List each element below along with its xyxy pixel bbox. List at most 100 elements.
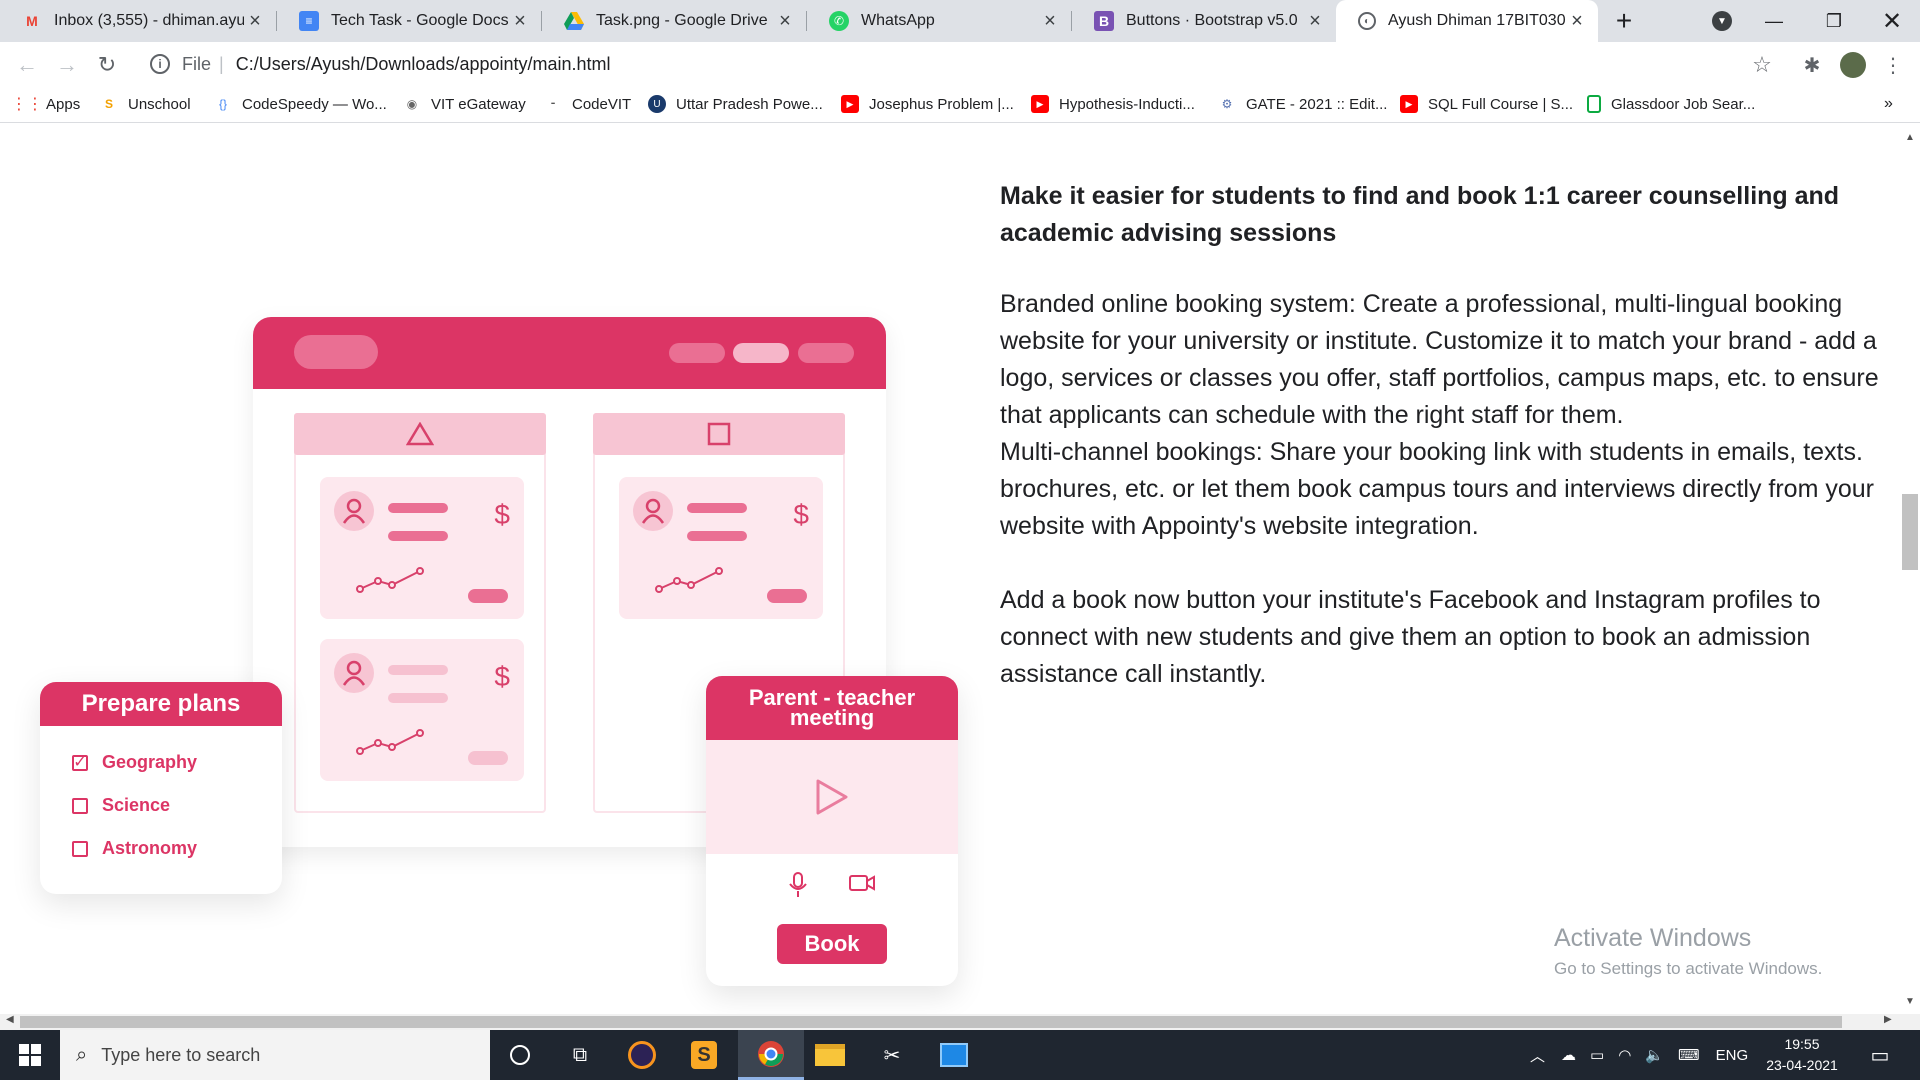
task-view-icon[interactable]: ⧉: [550, 1030, 610, 1080]
url-text[interactable]: C:/Users/Ayush/Downloads/appointy/main.h…: [236, 54, 611, 75]
mockup-nav-pill: [669, 343, 725, 363]
tab-google-drive[interactable]: Task.png - Google Drive ×: [542, 0, 806, 42]
notification-center-icon[interactable]: ▭: [1852, 1030, 1908, 1080]
maximize-button[interactable]: ❐: [1806, 0, 1862, 42]
taskbar-search-box[interactable]: ⌕ Type here to search: [60, 1030, 490, 1080]
close-tab-icon[interactable]: ×: [774, 10, 796, 33]
unschool-icon: S: [104, 97, 113, 111]
file-explorer-icon[interactable]: [800, 1030, 860, 1080]
menu-kebab-icon[interactable]: ⋮: [1878, 50, 1908, 80]
trend-icon: [655, 567, 723, 593]
scroll-down-arrow-icon[interactable]: ▼: [1900, 996, 1920, 1007]
book-button[interactable]: Book: [777, 924, 887, 964]
snipping-tool-icon[interactable]: ✂: [862, 1030, 922, 1080]
dollar-icon: $: [494, 661, 510, 692]
profile-avatar[interactable]: [1838, 50, 1868, 80]
bookmark-label: CodeVIT: [572, 95, 632, 113]
checkbox-icon: [72, 840, 88, 857]
mockup-line: [388, 503, 448, 513]
mockup-header: [253, 317, 886, 389]
chevron-up-icon[interactable]: ︿: [1530, 1045, 1545, 1066]
wifi-icon[interactable]: ◠: [1618, 1046, 1631, 1064]
tab-gmail[interactable]: M Inbox (3,555) - dhiman.ayush ×: [0, 0, 276, 42]
bookmark-uppcl[interactable]: U Uttar Pradesh Powe...: [648, 95, 823, 113]
close-tab-icon[interactable]: ×: [1566, 10, 1588, 33]
back-button[interactable]: ←: [12, 50, 42, 80]
bookmark-codevit[interactable]: ⁃ CodeVIT: [544, 95, 631, 113]
bookmark-josephus[interactable]: ▶ Josephus Problem |...: [841, 95, 1014, 113]
taskbar-clock[interactable]: 19:55 23-04-2021: [1762, 1034, 1842, 1076]
eclipse-app-icon[interactable]: [612, 1030, 672, 1080]
bookmark-unschool[interactable]: S Unschool: [100, 95, 191, 113]
horizontal-scrollbar[interactable]: ◀ ▶: [0, 1014, 1920, 1030]
page-viewport: $ $ $ Prepare plans ✓ Geography Science …: [0, 124, 1900, 1014]
tab-strip: M Inbox (3,555) - dhiman.ayush × ≡ Tech …: [0, 0, 1920, 42]
forward-button[interactable]: →: [52, 50, 82, 80]
bookmark-label: GATE - 2021 :: Edit...: [1246, 95, 1388, 113]
clock-date: 23-04-2021: [1766, 1057, 1838, 1073]
toolbar: ← → ↻ i File | C:/Users/Ayush/Downloads/…: [0, 42, 1920, 87]
bookmark-vit-egateway[interactable]: ◉ VIT eGateway: [403, 95, 526, 113]
volume-icon[interactable]: 🔈: [1645, 1046, 1664, 1064]
more-bookmarks-icon[interactable]: »: [1884, 95, 1893, 113]
close-tab-icon[interactable]: ×: [1039, 10, 1061, 33]
mockup-button: [468, 751, 508, 765]
bootstrap-icon: B: [1094, 11, 1114, 31]
tab-active-page[interactable]: ◐ Ayush Dhiman 17BIT0306 ×: [1336, 0, 1598, 42]
new-tab-button[interactable]: +: [1596, 0, 1652, 42]
photos-app-icon[interactable]: [924, 1030, 984, 1080]
tab-search-button[interactable]: ▼: [1694, 0, 1750, 42]
vertical-scroll-thumb[interactable]: [1902, 494, 1918, 570]
onedrive-icon[interactable]: ☁: [1561, 1046, 1576, 1064]
close-tab-icon[interactable]: ×: [244, 10, 266, 33]
mockup-nav-pill: [798, 343, 854, 363]
scroll-up-arrow-icon[interactable]: ▲: [1900, 132, 1920, 143]
sublime-text-icon[interactable]: S: [674, 1030, 734, 1080]
whatsapp-icon: ✆: [829, 11, 849, 31]
vertical-scrollbar[interactable]: ▲ ▼: [1900, 124, 1920, 1014]
triangle-icon: [294, 413, 546, 455]
scroll-left-arrow-icon[interactable]: ◀: [6, 1014, 14, 1025]
language-indicator[interactable]: ENG: [1716, 1047, 1749, 1064]
bookmark-star-icon[interactable]: ☆: [1747, 50, 1777, 80]
battery-icon[interactable]: ▭: [1590, 1046, 1604, 1064]
bookmark-gate[interactable]: ⚙ GATE - 2021 :: Edit...: [1218, 95, 1388, 113]
bookmark-label: Uttar Pradesh Powe...: [676, 95, 823, 113]
bookmark-sql-course[interactable]: ▶ SQL Full Course | S...: [1400, 95, 1573, 113]
address-bar[interactable]: i File | C:/Users/Ayush/Downloads/appoin…: [140, 46, 1770, 82]
close-tab-icon[interactable]: ×: [509, 10, 531, 33]
glassdoor-icon: [1587, 95, 1601, 113]
bookmark-label: Glassdoor Job Sear...: [1611, 95, 1756, 113]
scheme-label: File: [182, 53, 212, 74]
globe-icon: ◐: [1358, 12, 1376, 30]
meeting-title: Parent - teacher meeting: [706, 676, 958, 740]
reload-button[interactable]: ↻: [92, 50, 122, 80]
keyboard-icon[interactable]: ⌨: [1678, 1046, 1700, 1064]
tab-bootstrap[interactable]: B Buttons · Bootstrap v5.0 ×: [1072, 0, 1336, 42]
bookmark-apps[interactable]: ⋮⋮ Apps: [11, 95, 80, 114]
close-tab-icon[interactable]: ×: [1304, 10, 1326, 33]
close-window-button[interactable]: ✕: [1864, 0, 1920, 42]
trend-icon: [356, 567, 424, 593]
dollar-icon: $: [793, 499, 809, 530]
info-icon[interactable]: i: [150, 54, 170, 74]
youtube-icon: ▶: [1400, 95, 1418, 113]
bookmark-label: CodeSpeedy — Wo...: [242, 95, 387, 113]
horizontal-scroll-thumb[interactable]: [20, 1016, 1842, 1028]
extensions-icon[interactable]: ✱: [1797, 50, 1827, 80]
mockup-line: [388, 693, 448, 703]
scroll-right-arrow-icon[interactable]: ▶: [1884, 1014, 1892, 1025]
bookmark-glassdoor[interactable]: Glassdoor Job Sear...: [1587, 95, 1755, 113]
paragraph-branded-booking: Branded online booking system: Create a …: [1000, 290, 1879, 429]
chrome-icon[interactable]: [738, 1030, 804, 1080]
square-icon: [593, 413, 845, 455]
minimize-button[interactable]: —: [1746, 0, 1802, 42]
tab-whatsapp[interactable]: ✆ WhatsApp ×: [807, 0, 1071, 42]
user-icon: [633, 491, 673, 531]
bookmark-hypothesis[interactable]: ▶ Hypothesis-Inducti...: [1031, 95, 1195, 113]
windows-start-icon[interactable]: [0, 1030, 60, 1080]
bookmark-codespeedy[interactable]: {} CodeSpeedy — Wo...: [214, 95, 387, 113]
tab-title: Ayush Dhiman 17BIT0306: [1388, 12, 1566, 29]
cortana-icon[interactable]: [490, 1030, 550, 1080]
tab-google-docs[interactable]: ≡ Tech Task - Google Docs ×: [277, 0, 541, 42]
